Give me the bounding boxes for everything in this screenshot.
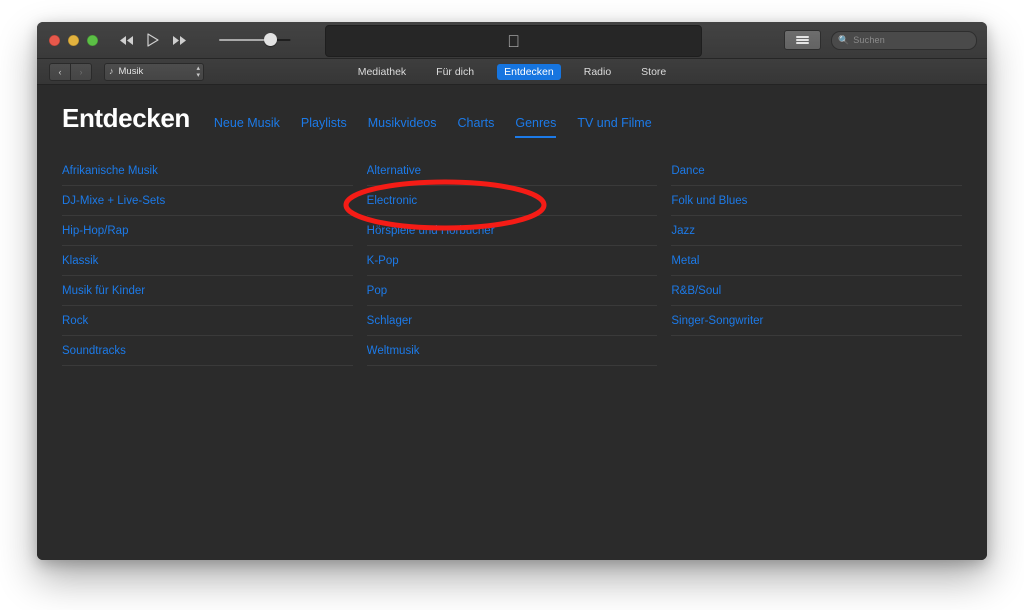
genre-link[interactable]: DJ-Mixe + Live-Sets bbox=[62, 186, 353, 216]
tab-store[interactable]: Store bbox=[634, 64, 673, 80]
genre-link[interactable]: Singer-Songwriter bbox=[671, 306, 962, 336]
sub-tab-bar: Neue Musik Playlists Musikvideos Charts … bbox=[214, 116, 652, 140]
rewind-icon[interactable] bbox=[119, 35, 134, 46]
apple-logo-icon:  bbox=[507, 33, 520, 50]
list-view-icon[interactable] bbox=[784, 30, 821, 50]
chevron-up-down-icon: ▴▾ bbox=[196, 65, 199, 79]
genre-link[interactable]: Schlager bbox=[367, 306, 658, 336]
zoom-window-button[interactable] bbox=[87, 35, 98, 46]
volume-track-remaining bbox=[275, 39, 291, 41]
subtab-playlists[interactable]: Playlists bbox=[301, 116, 347, 140]
genre-link[interactable]: Rock bbox=[62, 306, 353, 336]
history-nav: ‹ › bbox=[49, 63, 92, 81]
genre-link[interactable]: Alternative bbox=[367, 156, 658, 186]
genre-link[interactable]: Dance bbox=[671, 156, 962, 186]
traffic-lights bbox=[49, 35, 98, 46]
tab-fuer-dich[interactable]: Für dich bbox=[429, 64, 481, 80]
search-icon: 🔍 bbox=[838, 36, 849, 45]
minimize-window-button[interactable] bbox=[68, 35, 79, 46]
titlebar-right-controls: 🔍 Suchen bbox=[784, 22, 977, 58]
genre-link[interactable]: Electronic bbox=[367, 186, 658, 216]
search-placeholder: Suchen bbox=[853, 35, 885, 45]
navigation-bar: ‹ › ♪ Musik ▴▾ Mediathek Für dich Entdec… bbox=[37, 59, 987, 85]
genre-link[interactable]: Musik für Kinder bbox=[62, 276, 353, 306]
genre-link[interactable]: Folk und Blues bbox=[671, 186, 962, 216]
genre-link[interactable]: Weltmusik bbox=[367, 336, 658, 366]
search-input[interactable]: 🔍 Suchen bbox=[831, 31, 977, 50]
page-title: Entdecken bbox=[62, 103, 190, 134]
play-icon[interactable] bbox=[147, 33, 159, 47]
fast-forward-icon[interactable] bbox=[172, 35, 187, 46]
subtab-genres[interactable]: Genres bbox=[515, 116, 556, 140]
page-header: Entdecken Neue Musik Playlists Musikvide… bbox=[62, 85, 962, 140]
genre-link[interactable]: Soundtracks bbox=[62, 336, 353, 366]
tab-radio[interactable]: Radio bbox=[577, 64, 618, 80]
genre-link-hoerspiele-und-hoerbuecher[interactable]: Hörspiele und Hörbücher bbox=[367, 216, 658, 246]
volume-knob[interactable] bbox=[264, 33, 277, 46]
genre-link[interactable]: Metal bbox=[671, 246, 962, 276]
media-kind-label: Musik bbox=[119, 66, 192, 77]
list-view-bars bbox=[796, 35, 809, 46]
genre-link[interactable]: Pop bbox=[367, 276, 658, 306]
genre-column-1: Afrikanische Musik DJ-Mixe + Live-Sets H… bbox=[62, 156, 353, 366]
genre-link[interactable]: Afrikanische Musik bbox=[62, 156, 353, 186]
screenshot-stage:  🔍 Suchen ‹ › ♪ bbox=[0, 0, 1024, 610]
genre-link[interactable]: Hip-Hop/Rap bbox=[62, 216, 353, 246]
content-area: Entdecken Neue Musik Playlists Musikvide… bbox=[37, 85, 987, 560]
volume-slider[interactable] bbox=[219, 33, 291, 47]
genre-list: Afrikanische Musik DJ-Mixe + Live-Sets H… bbox=[62, 156, 962, 366]
genre-column-2: Alternative Electronic Hörspiele und Hör… bbox=[367, 156, 658, 366]
subtab-musikvideos[interactable]: Musikvideos bbox=[368, 116, 437, 140]
tab-mediathek[interactable]: Mediathek bbox=[351, 64, 413, 80]
subtab-charts[interactable]: Charts bbox=[458, 116, 495, 140]
subtab-neue-musik[interactable]: Neue Musik bbox=[214, 116, 280, 140]
forward-button[interactable]: › bbox=[71, 63, 92, 81]
playback-controls bbox=[119, 33, 187, 47]
genre-column-3: Dance Folk und Blues Jazz Metal R&B/Soul… bbox=[671, 156, 962, 366]
close-window-button[interactable] bbox=[49, 35, 60, 46]
subtab-tv-und-filme[interactable]: TV und Filme bbox=[577, 116, 651, 140]
back-button[interactable]: ‹ bbox=[49, 63, 71, 81]
genre-link[interactable]: Jazz bbox=[671, 216, 962, 246]
genre-link[interactable]: Klassik bbox=[62, 246, 353, 276]
genre-link[interactable]: R&B/Soul bbox=[671, 276, 962, 306]
genre-link[interactable]: K-Pop bbox=[367, 246, 658, 276]
music-note-icon: ♪ bbox=[109, 67, 114, 76]
itunes-window:  🔍 Suchen ‹ › ♪ bbox=[37, 22, 987, 560]
now-playing-display:  bbox=[325, 25, 702, 57]
window-titlebar:  🔍 Suchen bbox=[37, 22, 987, 59]
media-kind-picker[interactable]: ♪ Musik ▴▾ bbox=[104, 63, 204, 81]
tab-entdecken[interactable]: Entdecken bbox=[497, 64, 561, 80]
